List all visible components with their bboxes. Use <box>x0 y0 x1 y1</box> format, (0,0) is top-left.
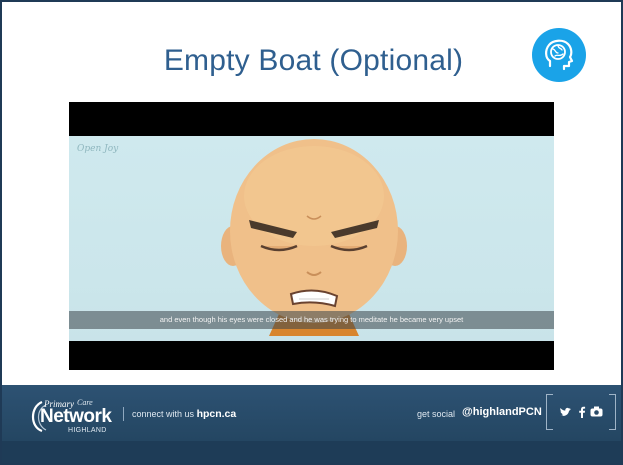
footer-bottom-strip <box>2 441 621 463</box>
video-player[interactable]: Open Joy and even though his eyes were c… <box>69 102 554 370</box>
website-link[interactable]: hpcn.ca <box>197 408 237 420</box>
video-subtitle: and even though his eyes were closed and… <box>159 315 464 324</box>
logo-highland-text: HIGHLAND <box>68 427 107 434</box>
twitter-icon[interactable] <box>559 406 572 421</box>
social-bracket-left <box>546 394 553 430</box>
connect-prefix: connect with us <box>132 409 195 419</box>
youtube-icon[interactable] <box>590 406 603 420</box>
footer: Primary Care Network HIGHLAND connect wi… <box>2 385 621 463</box>
social-handle[interactable]: @highlandPCN <box>462 406 542 418</box>
pcn-logo[interactable]: Primary Care Network HIGHLAND <box>28 397 128 437</box>
logo-network-text: Network <box>40 406 112 427</box>
social-bracket-right <box>609 394 616 430</box>
slide: Empty Boat (Optional) Open Joy and even … <box>0 0 623 465</box>
facebook-icon[interactable] <box>578 406 586 421</box>
video-frame: Open Joy and even though his eyes were c… <box>69 136 554 341</box>
social-prefix: get social <box>417 409 456 419</box>
connect-text: connect with us hpcn.ca <box>123 407 236 421</box>
slide-title: Empty Boat (Optional) <box>163 44 464 77</box>
brain-head-icon <box>532 28 586 82</box>
